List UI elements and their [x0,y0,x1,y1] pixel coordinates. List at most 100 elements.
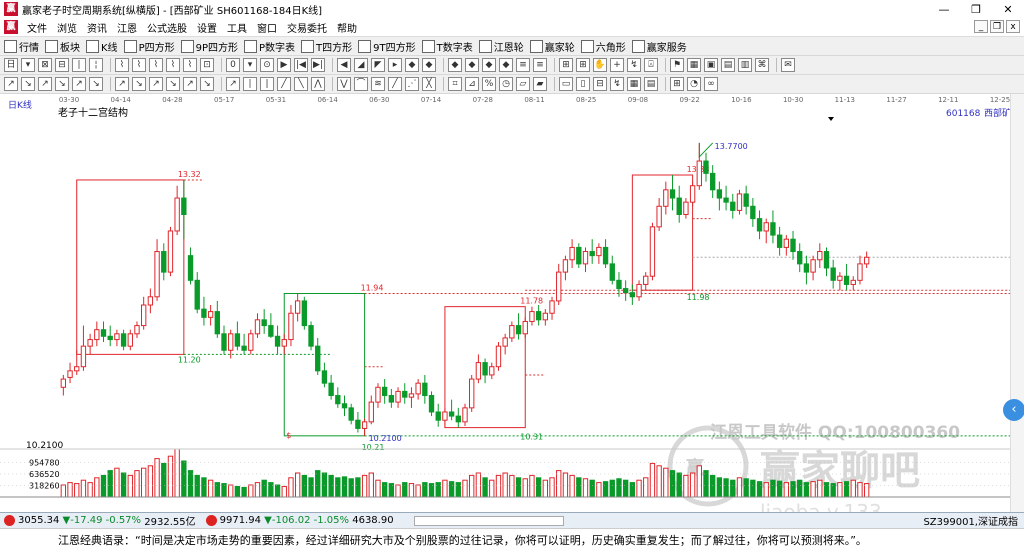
toolbar3-button-31[interactable]: ▯ [576,77,590,91]
toolbar2-button-41[interactable]: ⌘ [755,58,769,72]
toolbar3-button-9[interactable]: ↘ [166,77,180,91]
toolbar3-button-11[interactable]: ↘ [200,77,214,91]
toolbar-button-9[interactable]: 江恩轮 [478,39,524,54]
toolbar-button-1[interactable]: 板块 [45,39,80,54]
toolbar2-button-4[interactable]: ∣ [72,58,86,72]
kline-chart-svg[interactable]: 03-30 04-14 04-28 05-17 05-31 06-14 06-30 07-14… [0,94,1020,524]
status-scrollbar[interactable] [413,515,564,526]
toolbar2-button-10[interactable]: ⌇ [183,58,197,72]
toolbar3-button-0[interactable]: ↗ [4,77,18,91]
toolbar2-button-30[interactable]: ⊞ [559,58,573,72]
toolbar2-button-19[interactable]: ◢ [354,58,368,72]
collapse-panel-button[interactable]: ‹ [1003,399,1024,421]
toolbar2-button-24[interactable]: ◆ [448,58,462,72]
toolbar2-button-35[interactable]: ⍓ [644,58,658,72]
mdi-close-button[interactable]: x [1006,20,1020,33]
toolbar-button-10[interactable]: 赢家轮 [529,39,575,54]
sz-index-block[interactable]: 9971.94 ▼-106.02 -1.05% 4638.90 [202,515,394,526]
toolbar2-button-13[interactable]: ▾ [243,58,257,72]
toolbar2-button-42[interactable]: ✉ [781,58,795,72]
toolbar-button-12[interactable]: 赢家服务 [631,39,687,54]
toolbar2-button-23[interactable]: ◆ [422,58,436,72]
toolbar2-button-36[interactable]: ⚑ [670,58,684,72]
toolbar-button-3[interactable]: P四方形 [123,39,175,54]
toolbar3-button-14[interactable]: | [260,77,274,91]
toolbar3-button-12[interactable]: ↗ [226,77,240,91]
toolbar2-button-38[interactable]: ▣ [704,58,718,72]
menu-tools[interactable]: 工具 [222,20,252,35]
toolbar2-button-15[interactable]: ▶ [277,58,291,72]
menu-gann[interactable]: 江恩 [112,20,142,35]
mdi-restore-button[interactable]: ❐ [990,20,1004,33]
toolbar-button-11[interactable]: 六角形 [580,39,626,54]
toolbar2-button-27[interactable]: ◆ [499,58,513,72]
toolbar3-button-22[interactable]: ⋰ [405,77,419,91]
toolbar3-button-8[interactable]: ↗ [149,77,163,91]
toolbar3-button-6[interactable]: ↗ [115,77,129,91]
toolbar3-button-13[interactable]: ∣ [243,77,257,91]
toolbar3-button-37[interactable]: ◔ [687,77,701,91]
toolbar3-button-32[interactable]: ⊟ [593,77,607,91]
menu-info[interactable]: 资讯 [82,20,112,35]
menu-window[interactable]: 窗口 [252,20,282,35]
toolbar2-button-26[interactable]: ◆ [482,58,496,72]
toolbar3-button-10[interactable]: ↗ [183,77,197,91]
toolbar3-button-17[interactable]: ⋀ [311,77,325,91]
toolbar2-button-29[interactable]: ≡ [533,58,547,72]
toolbar2-button-40[interactable]: ▥ [738,58,752,72]
toolbar3-button-28[interactable]: ▱ [516,77,530,91]
toolbar2-button-18[interactable]: ◀ [337,58,351,72]
toolbar-button-2[interactable]: K线 [86,39,118,54]
toolbar3-button-7[interactable]: ↘ [132,77,146,91]
toolbar2-button-9[interactable]: ⌇ [166,58,180,72]
toolbar2-button-5[interactable]: ¦ [89,58,103,72]
toolbar2-button-0[interactable]: 日 [4,58,18,72]
toolbar3-button-29[interactable]: ▰ [533,77,547,91]
toolbar2-button-11[interactable]: ⊡ [200,58,214,72]
toolbar2-button-39[interactable]: ▤ [721,58,735,72]
toolbar2-button-14[interactable]: ⊙ [260,58,274,72]
menu-formula[interactable]: 公式选股 [142,20,192,35]
toolbar3-button-16[interactable]: ╲ [294,77,308,91]
toolbar3-button-3[interactable]: ↘ [55,77,69,91]
right-scroll-panel[interactable]: ‹ [1003,94,1024,512]
toolbar2-button-31[interactable]: ⊞ [576,58,590,72]
menu-settings[interactable]: 设置 [192,20,222,35]
toolbar3-button-33[interactable]: ↯ [610,77,624,91]
toolbar3-button-2[interactable]: ↗ [38,77,52,91]
toolbar2-button-2[interactable]: ⊠ [38,58,52,72]
menu-file[interactable]: 文件 [22,20,52,35]
toolbar3-button-27[interactable]: ◷ [499,77,513,91]
toolbar2-button-22[interactable]: ◆ [405,58,419,72]
toolbar2-button-33[interactable]: + [610,58,624,72]
toolbar3-button-23[interactable]: ╳ [422,77,436,91]
maximize-button[interactable]: ❐ [960,0,992,18]
toolbar2-button-17[interactable]: ▶| [311,58,325,72]
toolbar-button-5[interactable]: P数字表 [244,39,295,54]
toolbar3-button-18[interactable]: ⋁ [337,77,351,91]
toolbar3-button-4[interactable]: ↗ [72,77,86,91]
toolbar2-button-28[interactable]: ≡ [516,58,530,72]
toolbar2-button-37[interactable]: ▦ [687,58,701,72]
toolbar3-button-30[interactable]: ▭ [559,77,573,91]
toolbar3-button-5[interactable]: ↘ [89,77,103,91]
menu-trade[interactable]: 交易委托 [282,20,332,35]
toolbar3-button-36[interactable]: ⊞ [670,77,684,91]
toolbar-button-7[interactable]: 9T四方形 [358,39,416,54]
menu-help[interactable]: 帮助 [332,20,362,35]
toolbar-button-4[interactable]: 9P四方形 [180,39,238,54]
toolbar3-button-20[interactable]: ≋ [371,77,385,91]
minimize-button[interactable]: — [928,0,960,18]
toolbar-button-8[interactable]: T数字表 [421,39,473,54]
toolbar3-button-38[interactable]: ∞ [704,77,718,91]
toolbar2-button-20[interactable]: ◤ [371,58,385,72]
close-button[interactable]: ✕ [992,0,1024,18]
toolbar3-button-21[interactable]: ╱ [388,77,402,91]
menu-browse[interactable]: 浏览 [52,20,82,35]
toolbar2-button-32[interactable]: ✋ [593,58,607,72]
toolbar3-button-15[interactable]: ╱ [277,77,291,91]
toolbar2-button-1[interactable]: ▾ [21,58,35,72]
toolbar2-button-6[interactable]: ⌇ [115,58,129,72]
toolbar2-button-16[interactable]: |◀ [294,58,308,72]
toolbar2-button-34[interactable]: ↯ [627,58,641,72]
